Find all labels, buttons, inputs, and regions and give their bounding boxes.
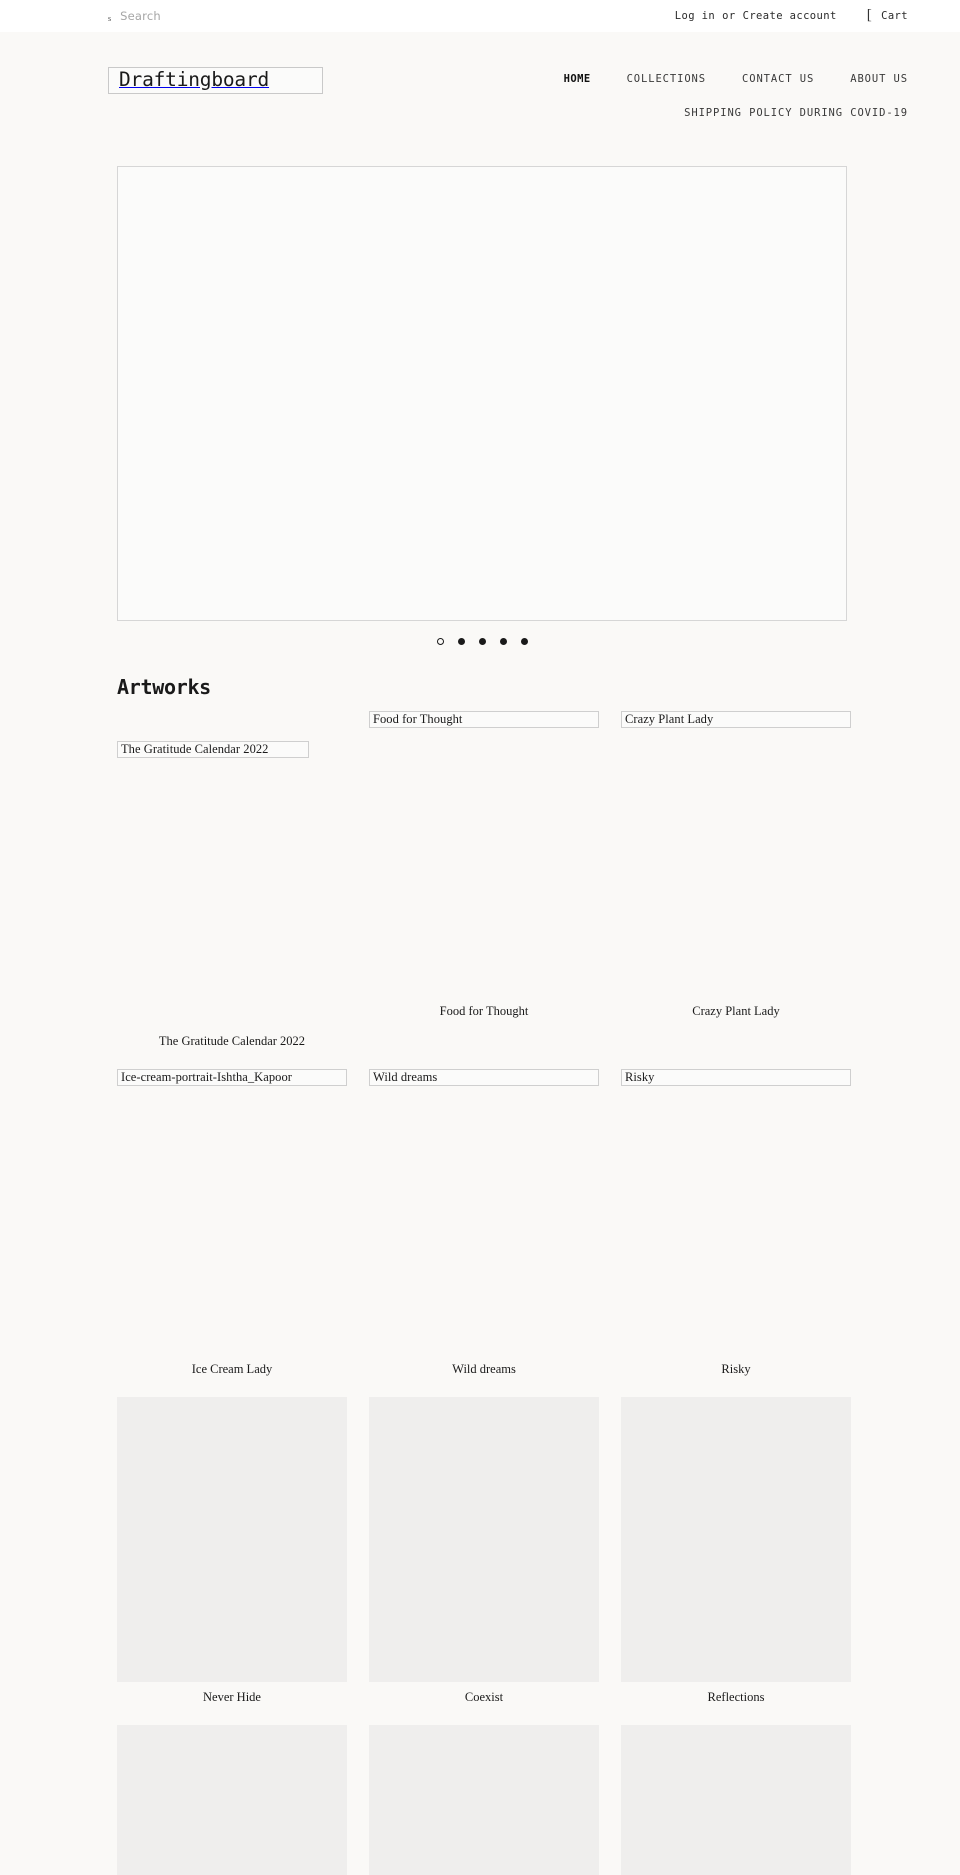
product-grid-row: The Gratitude Calendar 2022 The Gratitud…	[117, 711, 851, 1049]
product-card[interactable]: Wild dreams Wild dreams	[369, 1069, 599, 1377]
product-image-alt-text: Wild dreams	[373, 1070, 438, 1084]
product-image-broken[interactable]: The Gratitude Calendar 2022	[117, 741, 347, 1026]
product-image-alt-box: The Gratitude Calendar 2022	[117, 741, 309, 758]
product-image-alt-text: Food for Thought	[373, 712, 463, 726]
nav-item-contact-us[interactable]: CONTACT US	[742, 73, 814, 85]
product-title[interactable]: Never Hide	[117, 1682, 347, 1705]
product-image-alt-box: Food for Thought	[369, 711, 599, 728]
main-navigation: HOME COLLECTIONS CONTACT US ABOUT US SHI…	[564, 73, 908, 119]
product-grid-row: Never Hide Coexist Reflections	[117, 1397, 851, 1705]
product-image-broken[interactable]: Wild dreams	[369, 1069, 599, 1354]
nav-item-about-us[interactable]: ABOUT US	[850, 73, 908, 85]
site-logo[interactable]: Draftingboard	[108, 67, 323, 94]
product-title[interactable]: Coexist	[369, 1682, 599, 1705]
product-image-placeholder[interactable]	[369, 1397, 599, 1682]
product-image-broken[interactable]: Risky	[621, 1069, 851, 1354]
product-title[interactable]: Wild dreams	[369, 1354, 599, 1377]
product-title[interactable]: The Gratitude Calendar 2022	[117, 1026, 347, 1049]
or-separator: or	[722, 10, 736, 22]
product-card[interactable]: Never Hide	[117, 1397, 347, 1705]
product-card[interactable]: The Gratitude Calendar 2022 The Gratitud…	[117, 711, 347, 1049]
product-card[interactable]	[117, 1725, 347, 1875]
product-grid-row	[117, 1725, 851, 1875]
log-in-link[interactable]: Log in	[675, 10, 715, 22]
search-input[interactable]	[120, 9, 281, 23]
product-card[interactable]: Ice-cream-portrait-Ishtha_Kapoor Ice Cre…	[117, 1069, 347, 1377]
nav-item-shipping-policy[interactable]: SHIPPING POLICY DURING COVID-19	[684, 107, 908, 119]
product-image-alt-box: Risky	[621, 1069, 851, 1086]
product-grid-row: Ice-cream-portrait-Ishtha_Kapoor Ice Cre…	[117, 1069, 851, 1377]
account-links: Log in or Create account [ Cart	[675, 6, 960, 24]
product-image-placeholder[interactable]	[621, 1397, 851, 1682]
search-icon[interactable]: s	[108, 15, 111, 23]
product-image-placeholder[interactable]	[117, 1725, 347, 1875]
cart-link[interactable]: [ Cart	[866, 6, 908, 24]
page-title: Artworks	[117, 675, 211, 699]
cart-icon: [	[866, 6, 873, 23]
slideshow-dot[interactable]	[520, 638, 528, 645]
product-card[interactable]	[621, 1725, 851, 1875]
product-image-placeholder[interactable]	[369, 1725, 599, 1875]
nav-row-secondary: SHIPPING POLICY DURING COVID-19	[684, 107, 908, 119]
hero-slide[interactable]	[117, 166, 847, 621]
product-card[interactable]: Reflections	[621, 1397, 851, 1705]
product-image-broken[interactable]: Ice-cream-portrait-Ishtha_Kapoor	[117, 1069, 347, 1354]
slideshow-pagination	[117, 638, 847, 645]
product-image-placeholder[interactable]	[117, 1397, 347, 1682]
product-image-placeholder[interactable]	[621, 1725, 851, 1875]
product-image-broken[interactable]: Food for Thought	[369, 711, 599, 996]
cart-label: Cart	[881, 10, 908, 22]
nav-row-primary: HOME COLLECTIONS CONTACT US ABOUT US	[564, 73, 908, 85]
product-image-alt-text: Risky	[625, 1070, 655, 1084]
product-card[interactable]: Food for Thought Food for Thought	[369, 711, 599, 1049]
create-account-link[interactable]: Create account	[743, 10, 837, 22]
slideshow-dot[interactable]	[436, 638, 444, 645]
hero-slideshow	[0, 166, 960, 645]
product-title[interactable]: Reflections	[621, 1682, 851, 1705]
slideshow-dot[interactable]	[478, 638, 486, 645]
product-image-alt-text: Crazy Plant Lady	[625, 712, 714, 726]
nav-item-home[interactable]: HOME	[564, 73, 591, 85]
product-image-alt-box: Ice-cream-portrait-Ishtha_Kapoor	[117, 1069, 347, 1086]
product-title[interactable]: Food for Thought	[369, 996, 599, 1019]
product-image-alt-box: Crazy Plant Lady	[621, 711, 851, 728]
slideshow-dot[interactable]	[457, 638, 465, 645]
product-title[interactable]: Risky	[621, 1354, 851, 1377]
product-card[interactable]	[369, 1725, 599, 1875]
product-card[interactable]: Crazy Plant Lady Crazy Plant Lady	[621, 711, 851, 1049]
product-image-broken[interactable]: Crazy Plant Lady	[621, 711, 851, 996]
slideshow-dot[interactable]	[499, 638, 507, 645]
product-image-alt-text: Ice-cream-portrait-Ishtha_Kapoor	[121, 1070, 292, 1084]
product-card[interactable]: Risky Risky	[621, 1069, 851, 1377]
site-header: Draftingboard HOME COLLECTIONS CONTACT U…	[0, 32, 960, 144]
site-logo-text: Draftingboard	[119, 68, 270, 91]
product-title[interactable]: Ice Cream Lady	[117, 1354, 347, 1377]
search-form[interactable]: s	[108, 9, 281, 23]
product-title[interactable]: Crazy Plant Lady	[621, 996, 851, 1019]
product-image-alt-text: The Gratitude Calendar 2022	[121, 742, 269, 756]
nav-item-collections[interactable]: COLLECTIONS	[627, 73, 706, 85]
product-card[interactable]: Coexist	[369, 1397, 599, 1705]
product-image-alt-box: Wild dreams	[369, 1069, 599, 1086]
utility-bar: s Log in or Create account [ Cart	[0, 0, 960, 32]
